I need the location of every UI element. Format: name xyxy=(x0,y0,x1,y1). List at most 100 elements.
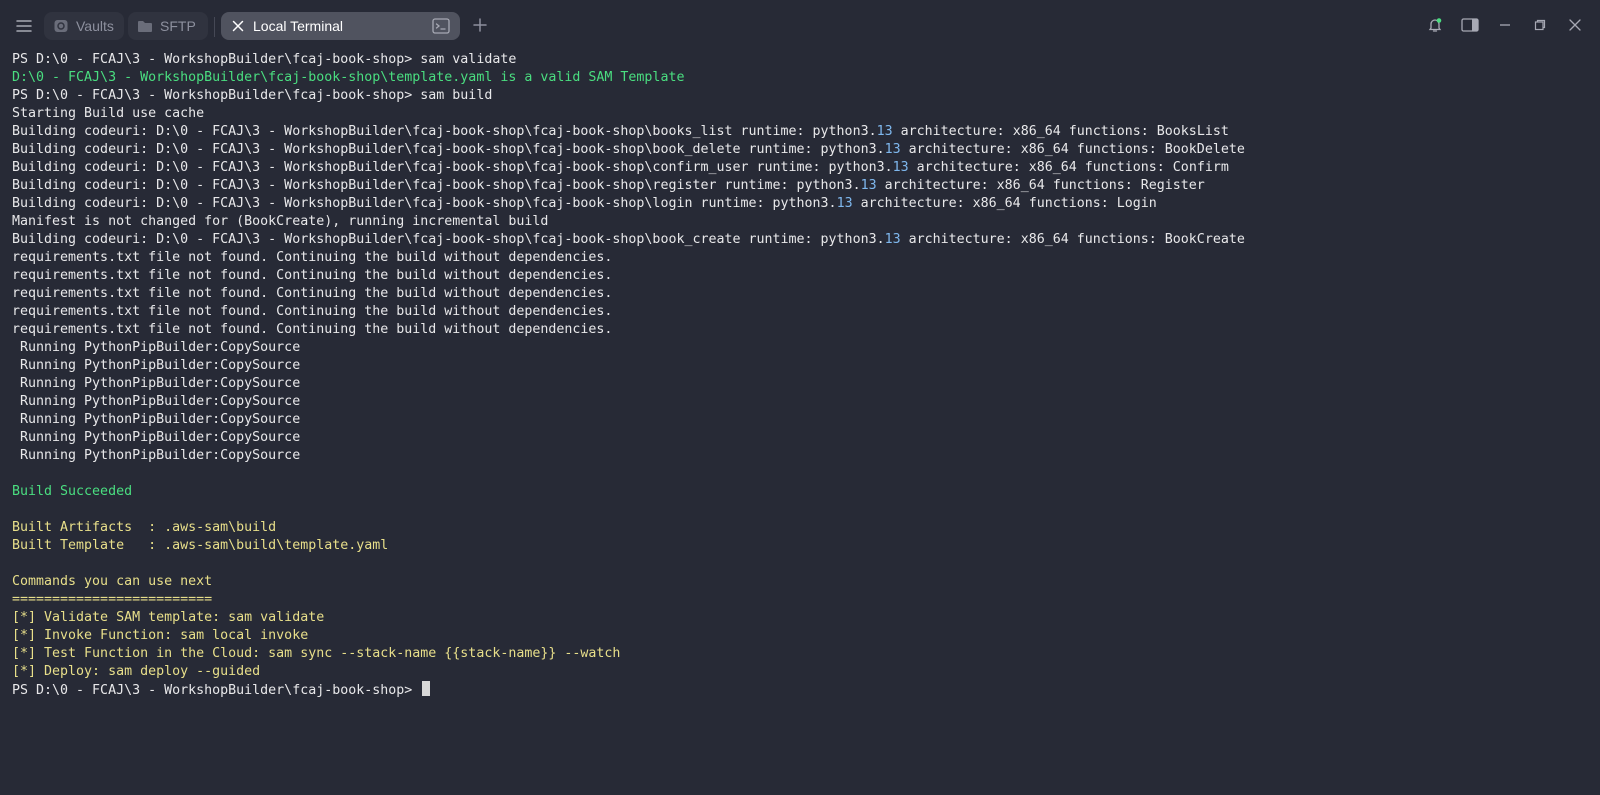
terminal-line: D:\0 - FCAJ\3 - WorkshopBuilder\fcaj-boo… xyxy=(12,69,1592,87)
terminal-prompt-line[interactable]: PS D:\0 - FCAJ\3 - WorkshopBuilder\fcaj-… xyxy=(12,681,1592,699)
terminal-line: requirements.txt file not found. Continu… xyxy=(12,303,1592,321)
terminal-line: Building codeuri: D:\0 - FCAJ\3 - Worksh… xyxy=(12,159,1592,177)
terminal-line: Starting Build use cache xyxy=(12,105,1592,123)
terminal-text: architecture: x86_64 functions: Register xyxy=(876,178,1205,193)
terminal-line: [*] Validate SAM template: sam validate xyxy=(12,609,1592,627)
terminal-text: 13 xyxy=(884,142,901,157)
terminal-line: Building codeuri: D:\0 - FCAJ\3 - Worksh… xyxy=(12,195,1592,213)
close-icon[interactable] xyxy=(229,17,247,35)
terminal-text: requirements.txt file not found. Continu… xyxy=(12,322,613,337)
terminal-line: Running PythonPipBuilder:CopySource xyxy=(12,429,1592,447)
bell-icon[interactable] xyxy=(1425,15,1445,35)
plus-icon[interactable] xyxy=(469,14,491,36)
terminal-icon xyxy=(432,17,450,35)
terminal-text: architecture: x86_64 functions: BooksLis… xyxy=(892,124,1229,139)
terminal-text: PS D:\0 - FCAJ\3 - WorkshopBuilder\fcaj-… xyxy=(12,88,493,103)
terminal-text: Running PythonPipBuilder:CopySource xyxy=(12,394,301,409)
terminal-line: requirements.txt file not found. Continu… xyxy=(12,285,1592,303)
terminal-text: Built Template : .aws-sam\build\template… xyxy=(12,538,389,553)
terminal-cursor xyxy=(422,681,431,696)
minimize-icon[interactable] xyxy=(1495,15,1515,35)
terminal-text: Building codeuri: D:\0 - FCAJ\3 - Worksh… xyxy=(12,196,837,211)
terminal-line: requirements.txt file not found. Continu… xyxy=(12,321,1592,339)
terminal-text: architecture: x86_64 functions: BookDele… xyxy=(900,142,1245,157)
terminal-text: Building codeuri: D:\0 - FCAJ\3 - Worksh… xyxy=(12,124,877,139)
tab-vaults-label: Vaults xyxy=(76,18,114,34)
terminal-text: architecture: x86_64 functions: Login xyxy=(852,196,1157,211)
terminal-line: Built Artifacts : .aws-sam\build xyxy=(12,519,1592,537)
terminal-text: PS D:\0 - FCAJ\3 - WorkshopBuilder\fcaj-… xyxy=(12,52,517,67)
terminal-text: Running PythonPipBuilder:CopySource xyxy=(12,358,301,373)
terminal-text: Commands you can use next xyxy=(12,574,213,589)
terminal-text: 13 xyxy=(860,178,877,193)
terminal-line: Manifest is not changed for (BookCreate)… xyxy=(12,213,1592,231)
terminal-text: Build Succeeded xyxy=(12,484,133,499)
terminal-line: Running PythonPipBuilder:CopySource xyxy=(12,339,1592,357)
terminal-text: [*] Test Function in the Cloud: sam sync… xyxy=(12,646,621,661)
folder-icon xyxy=(136,17,154,35)
tab-local-terminal-label: Local Terminal xyxy=(253,18,344,34)
terminal-line: Build Succeeded xyxy=(12,483,1592,501)
terminal-text: [*] Invoke Function: sam local invoke xyxy=(12,628,309,643)
terminal-text: 13 xyxy=(876,124,893,139)
terminal-line: Commands you can use next xyxy=(12,573,1592,591)
terminal-line: requirements.txt file not found. Continu… xyxy=(12,267,1592,285)
terminal-text: ========================= xyxy=(12,592,213,607)
terminal-line: [*] Invoke Function: sam local invoke xyxy=(12,627,1592,645)
terminal-text: [*] Deploy: sam deploy --guided xyxy=(12,664,261,679)
terminal-text: Built Artifacts : .aws-sam\build xyxy=(12,520,277,535)
hamburger-icon[interactable] xyxy=(10,12,38,40)
terminal-line: [*] Deploy: sam deploy --guided xyxy=(12,663,1592,681)
vault-icon xyxy=(52,17,70,35)
terminal-text: Running PythonPipBuilder:CopySource xyxy=(12,430,301,445)
terminal-text: D:\0 - FCAJ\3 - WorkshopBuilder\fcaj-boo… xyxy=(12,70,685,85)
terminal-line: Running PythonPipBuilder:CopySource xyxy=(12,411,1592,429)
terminal-line: Building codeuri: D:\0 - FCAJ\3 - Worksh… xyxy=(12,177,1592,195)
terminal-line: Building codeuri: D:\0 - FCAJ\3 - Worksh… xyxy=(12,123,1592,141)
terminal-text: requirements.txt file not found. Continu… xyxy=(12,268,613,283)
terminal-text: Building codeuri: D:\0 - FCAJ\3 - Worksh… xyxy=(12,178,861,193)
tab-local-terminal[interactable]: Local Terminal xyxy=(221,12,460,40)
tab-vaults[interactable]: Vaults xyxy=(44,12,124,40)
terminal-line: Running PythonPipBuilder:CopySource xyxy=(12,375,1592,393)
terminal-text: [*] Validate SAM template: sam validate xyxy=(12,610,325,625)
terminal-text: Running PythonPipBuilder:CopySource xyxy=(12,448,301,463)
terminal-text: Building codeuri: D:\0 - FCAJ\3 - Worksh… xyxy=(12,142,885,157)
title-bar: Vaults SFTP Local Terminal xyxy=(0,0,1600,50)
terminal-text: Starting Build use cache xyxy=(12,106,205,121)
terminal-text: requirements.txt file not found. Continu… xyxy=(12,304,613,319)
tab-divider xyxy=(214,17,215,37)
terminal-text: 13 xyxy=(836,196,853,211)
terminal-line: Building codeuri: D:\0 - FCAJ\3 - Worksh… xyxy=(12,141,1592,159)
terminal-text: Running PythonPipBuilder:CopySource xyxy=(12,340,301,355)
terminal-line: requirements.txt file not found. Continu… xyxy=(12,249,1592,267)
terminal-line: Running PythonPipBuilder:CopySource xyxy=(12,393,1592,411)
terminal-line: Running PythonPipBuilder:CopySource xyxy=(12,357,1592,375)
terminal-text: Running PythonPipBuilder:CopySource xyxy=(12,376,301,391)
terminal-prompt: PS D:\0 - FCAJ\3 - WorkshopBuilder\fcaj-… xyxy=(12,683,421,698)
terminal-text: 13 xyxy=(892,160,909,175)
terminal-output[interactable]: PS D:\0 - FCAJ\3 - WorkshopBuilder\fcaj-… xyxy=(12,51,1592,751)
terminal-text: Running PythonPipBuilder:CopySource xyxy=(12,412,301,427)
sidebar-toggle-icon[interactable] xyxy=(1460,15,1480,35)
terminal-text: 13 xyxy=(884,232,901,247)
terminal-line: PS D:\0 - FCAJ\3 - WorkshopBuilder\fcaj-… xyxy=(12,87,1592,105)
terminal-text: requirements.txt file not found. Continu… xyxy=(12,286,613,301)
terminal-text: Manifest is not changed for (BookCreate)… xyxy=(12,214,549,229)
tab-sftp[interactable]: SFTP xyxy=(128,12,208,40)
terminal-text: architecture: x86_64 functions: Confirm xyxy=(908,160,1229,175)
terminal-line: Building codeuri: D:\0 - FCAJ\3 - Worksh… xyxy=(12,231,1592,249)
terminal-text: Building codeuri: D:\0 - FCAJ\3 - Worksh… xyxy=(12,232,885,247)
terminal-text: requirements.txt file not found. Continu… xyxy=(12,250,613,265)
terminal-line: ========================= xyxy=(12,591,1592,609)
terminal-line: [*] Test Function in the Cloud: sam sync… xyxy=(12,645,1592,663)
terminal-text: Building codeuri: D:\0 - FCAJ\3 - Worksh… xyxy=(12,160,893,175)
terminal-line: Built Template : .aws-sam\build\template… xyxy=(12,537,1592,555)
close-window-icon[interactable] xyxy=(1565,15,1585,35)
tab-sftp-label: SFTP xyxy=(160,18,196,34)
terminal-line: PS D:\0 - FCAJ\3 - WorkshopBuilder\fcaj-… xyxy=(12,51,1592,69)
restore-icon[interactable] xyxy=(1530,15,1550,35)
